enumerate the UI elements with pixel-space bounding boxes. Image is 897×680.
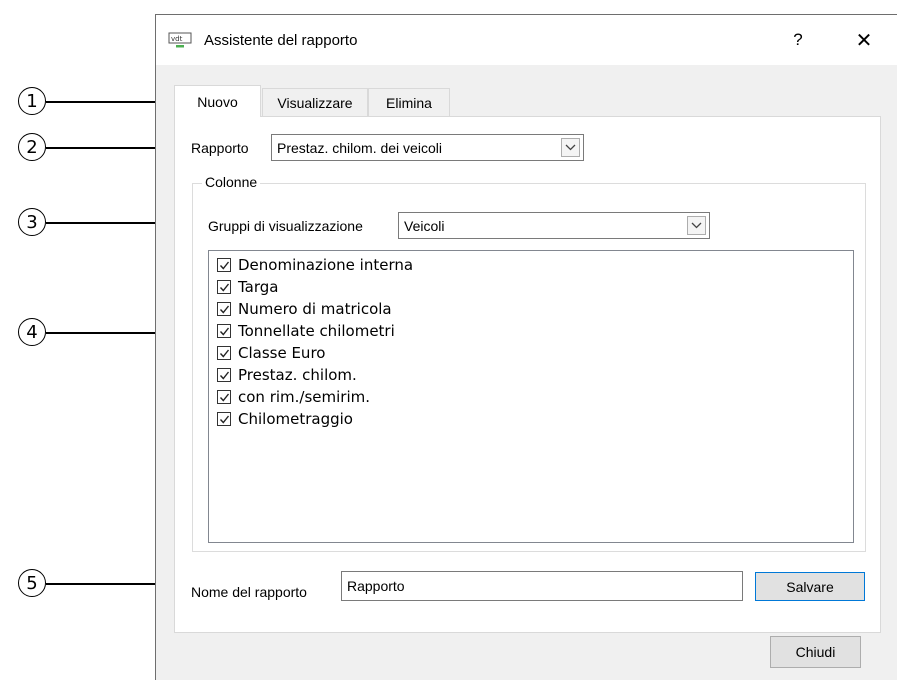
item-label: Targa bbox=[238, 278, 279, 296]
title-bar: vdt Assistente del rapporto ? ✕ bbox=[156, 15, 897, 65]
list-item-chilometraggio[interactable]: Chilometraggio bbox=[217, 408, 353, 430]
checkbox[interactable] bbox=[217, 324, 231, 338]
close-button[interactable]: Chiudi bbox=[770, 636, 861, 668]
list-item-con-rim-semirim[interactable]: con rim./semirim. bbox=[217, 386, 370, 408]
report-name-input[interactable] bbox=[341, 571, 743, 601]
display-groups-select[interactable]: Veicoli bbox=[398, 212, 710, 239]
checkbox[interactable] bbox=[217, 412, 231, 426]
tab-visualizzare[interactable]: Visualizzare bbox=[262, 88, 368, 116]
callout-1: 1 bbox=[18, 87, 46, 115]
display-groups-value: Veicoli bbox=[404, 218, 445, 234]
columns-listbox[interactable]: Denominazione interna Targa Numero di ma… bbox=[208, 250, 854, 543]
checkbox[interactable] bbox=[217, 280, 231, 294]
report-select[interactable]: Prestaz. chilom. dei veicoli bbox=[271, 134, 584, 161]
item-label: Tonnellate chilometri bbox=[238, 322, 395, 340]
list-item-tonnellate-chilometri[interactable]: Tonnellate chilometri bbox=[217, 320, 395, 342]
checkbox[interactable] bbox=[217, 390, 231, 404]
help-icon: ? bbox=[793, 30, 803, 49]
save-button[interactable]: Salvare bbox=[755, 572, 865, 601]
checkbox[interactable] bbox=[217, 346, 231, 360]
list-item-denominazione-interna[interactable]: Denominazione interna bbox=[217, 254, 413, 276]
tab-nuovo[interactable]: Nuovo bbox=[174, 85, 261, 117]
report-name-field[interactable] bbox=[342, 572, 742, 600]
close-button-label: Chiudi bbox=[795, 644, 836, 660]
save-button-label: Salvare bbox=[786, 578, 834, 595]
checkbox[interactable] bbox=[217, 368, 231, 382]
list-item-targa[interactable]: Targa bbox=[217, 276, 279, 298]
window-title: Assistente del rapporto bbox=[204, 32, 358, 49]
list-item-numero-di-matricola[interactable]: Numero di matricola bbox=[217, 298, 392, 320]
item-label: con rim./semirim. bbox=[238, 388, 371, 406]
item-label: Numero di matricola bbox=[238, 300, 392, 318]
callout-3: 3 bbox=[18, 208, 46, 236]
callout-2: 2 bbox=[18, 133, 46, 161]
item-label: Denominazione interna bbox=[238, 256, 414, 274]
columns-group-title: Colonne bbox=[202, 174, 261, 190]
item-label: Classe Euro bbox=[238, 344, 326, 362]
tab-label: Visualizzare bbox=[277, 94, 353, 111]
item-label: Chilometraggio bbox=[238, 410, 353, 428]
report-assistant-dialog: vdt Assistente del rapporto ? ✕ Nuovo Vi… bbox=[155, 14, 897, 680]
tab-panel-nuovo: Rapporto Prestaz. chilom. dei veicoli Co… bbox=[174, 116, 881, 633]
list-item-classe-euro[interactable]: Classe Euro bbox=[217, 342, 325, 364]
help-button[interactable]: ? bbox=[778, 27, 818, 53]
tab-elimina[interactable]: Elimina bbox=[368, 88, 450, 116]
callout-4: 4 bbox=[18, 318, 46, 346]
chevron-down-icon[interactable] bbox=[687, 216, 706, 235]
checkbox[interactable] bbox=[217, 302, 231, 316]
close-icon: ✕ bbox=[855, 29, 873, 52]
tab-label: Nuovo bbox=[197, 93, 238, 110]
report-select-value: Prestaz. chilom. dei veicoli bbox=[277, 140, 442, 156]
report-app-icon: vdt bbox=[168, 32, 192, 48]
display-groups-label: Gruppi di visualizzazione bbox=[208, 218, 363, 234]
report-label: Rapporto bbox=[191, 140, 249, 156]
callout-5: 5 bbox=[18, 569, 46, 597]
item-label: Prestaz. chilom. bbox=[238, 366, 357, 384]
close-window-button[interactable]: ✕ bbox=[842, 27, 886, 53]
list-item-prestaz-chilom[interactable]: Prestaz. chilom. bbox=[217, 364, 357, 386]
report-name-label: Nome del rapporto bbox=[191, 584, 307, 600]
checkbox[interactable] bbox=[217, 258, 231, 272]
tab-label: Elimina bbox=[386, 94, 432, 111]
chevron-down-icon[interactable] bbox=[561, 138, 580, 157]
svg-text:vdt: vdt bbox=[171, 35, 183, 43]
